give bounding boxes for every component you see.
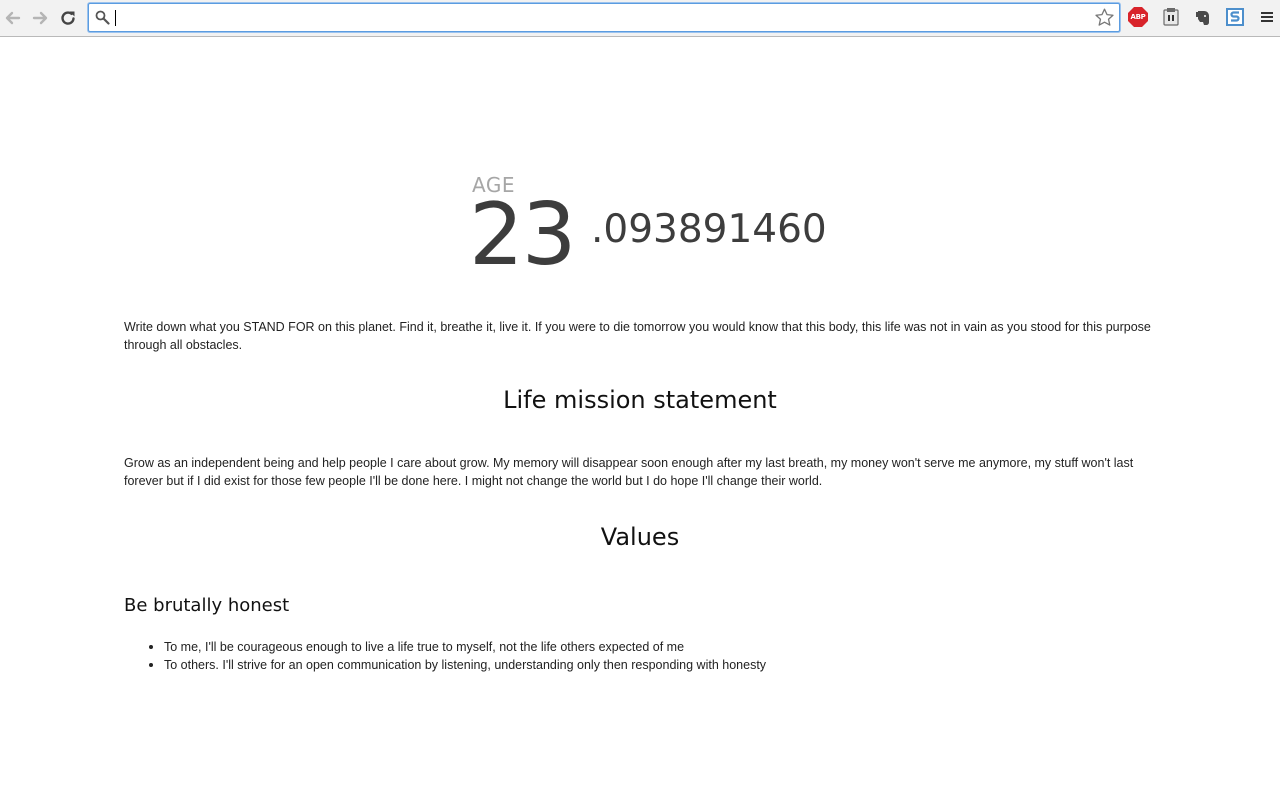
list-item: To others. I'll strive for an open commu… — [149, 656, 1064, 674]
text-caret — [115, 10, 116, 26]
page-content: AGE 23 .093891460 Write down what you ST… — [0, 38, 1280, 800]
adblock-plus-button[interactable]: ABP — [1127, 6, 1149, 28]
browser-toolbar: ABP — [0, 0, 1280, 37]
address-input[interactable] — [113, 7, 1088, 28]
values-heading: Values — [600, 523, 680, 551]
extension-badge-button[interactable] — [1160, 6, 1182, 28]
evernote-elephant-icon — [1196, 11, 1209, 25]
chrome-menu-button[interactable] — [1256, 6, 1278, 28]
back-arrow-icon — [5, 11, 21, 25]
value-points-list: To me, I'll be courageous enough to live… — [149, 638, 1064, 674]
bookmark-star-icon[interactable] — [1094, 7, 1115, 33]
age-fraction: .093891460 — [591, 207, 827, 252]
search-icon — [95, 10, 110, 30]
list-item: To me, I'll be courageous enough to live… — [149, 638, 1064, 656]
value-title: Be brutally honest — [124, 595, 290, 616]
back-button[interactable] — [2, 7, 24, 29]
evernote-button[interactable] — [1192, 6, 1214, 28]
reload-icon — [61, 11, 75, 25]
stylish-icon — [1226, 8, 1244, 26]
forward-button[interactable] — [29, 7, 51, 29]
stylish-button[interactable] — [1224, 6, 1246, 28]
hamburger-menu-icon — [1261, 12, 1273, 22]
reload-button[interactable] — [57, 7, 79, 29]
intro-paragraph: Write down what you STAND FOR on this pl… — [124, 320, 1151, 352]
mission-statement-text: Grow as an independent being and help pe… — [124, 456, 1134, 488]
adblock-plus-icon: ABP — [1128, 7, 1148, 27]
mission-heading: Life mission statement — [503, 386, 777, 414]
extension-badge-icon — [1163, 8, 1179, 26]
address-bar[interactable] — [88, 3, 1120, 32]
forward-arrow-icon — [32, 11, 48, 25]
age-whole-years: 23 — [469, 185, 576, 285]
